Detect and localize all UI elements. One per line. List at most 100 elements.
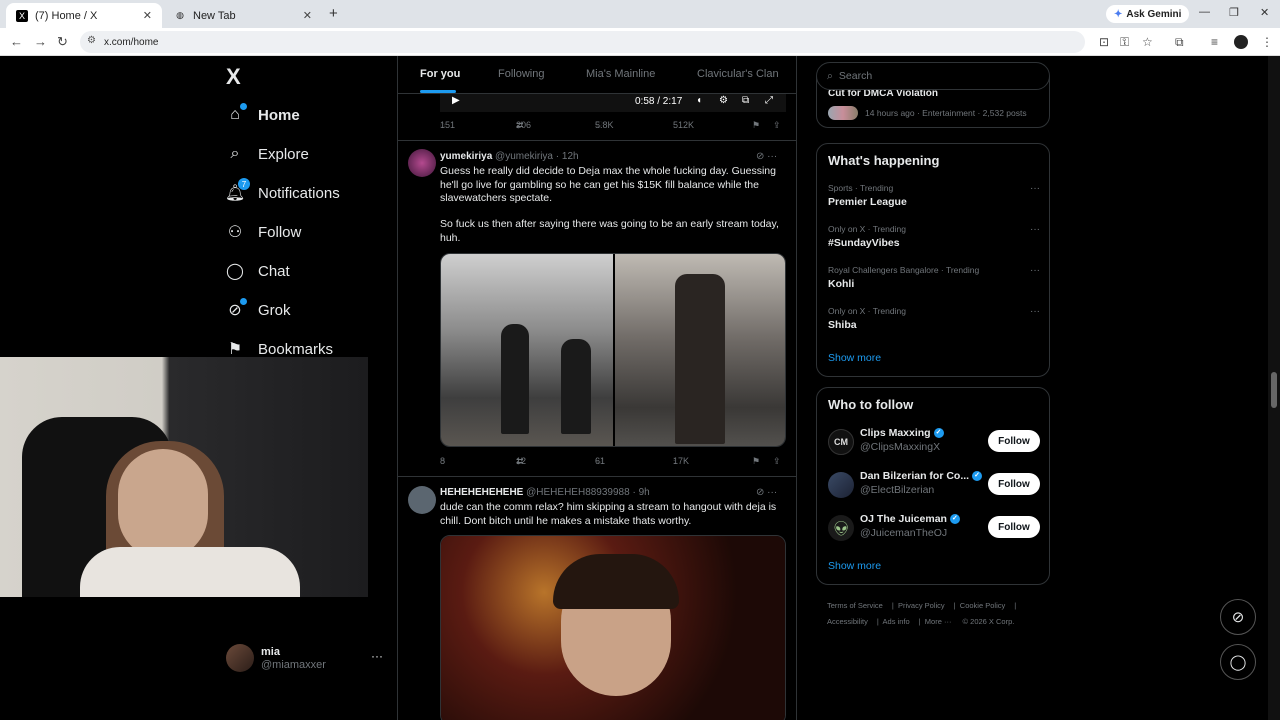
story-meta: 14 hours ago · Entertainment · 2,532 pos… <box>865 108 1027 118</box>
follow-button[interactable]: Follow <box>988 430 1040 452</box>
footer-link[interactable]: More ··· <box>925 617 952 626</box>
sidebar-item-explore[interactable]: ⌕ Explore <box>226 145 309 163</box>
sidebar-item-chat[interactable]: ◯ Chat <box>226 262 290 281</box>
more-icon[interactable]: ··· <box>1030 306 1040 317</box>
gym-photo-right[interactable] <box>615 254 785 446</box>
tab-mias-mainline[interactable]: Mia's Mainline <box>586 68 655 80</box>
page-scrollbar[interactable] <box>1268 56 1280 720</box>
new-tab-button[interactable]: + <box>329 5 338 22</box>
card-title: What's happening <box>828 153 940 168</box>
minimize-icon[interactable]: — <box>1199 6 1210 18</box>
more-icon[interactable]: ··· <box>1030 265 1040 276</box>
trend-item[interactable]: Sports · Trending Premier League ··· <box>828 183 1040 208</box>
post-media[interactable] <box>440 253 786 447</box>
post-time[interactable]: · 9h <box>632 487 649 498</box>
follow-suggestion[interactable]: CM Clips Maxxing ✓ @ClipsMaxxingX Follow <box>828 427 1040 457</box>
share-icon[interactable]: ⇪ <box>773 456 781 467</box>
gym-photo-left[interactable] <box>441 254 613 446</box>
ask-gemini-button[interactable]: ✦ Ask Gemini <box>1106 5 1190 23</box>
volume-icon[interactable]: ◖ <box>696 95 702 106</box>
tab-for-you[interactable]: For you <box>420 68 460 80</box>
fullscreen-icon[interactable]: ⤢ <box>765 95 773 106</box>
show-more-link[interactable]: Show more <box>828 352 881 364</box>
password-key-icon[interactable]: ⚿ <box>1120 35 1129 50</box>
post-author-name[interactable]: yumekiriya <box>440 151 492 162</box>
close-tab-icon[interactable]: ✕ <box>143 9 152 22</box>
scrollbar-thumb[interactable] <box>1271 372 1277 408</box>
post-author-name[interactable]: HEHEHEHEHEHE <box>440 487 523 498</box>
more-icon[interactable]: ··· <box>1030 183 1040 194</box>
site-info-icon[interactable]: ⚙ <box>87 35 96 46</box>
show-more-link[interactable]: Show more <box>828 560 881 572</box>
avatar: CM <box>828 429 854 455</box>
account-switcher[interactable]: mia @miamaxxer ··· <box>226 644 386 674</box>
media-icon[interactable]: ≡ <box>1211 35 1218 49</box>
share-icon[interactable]: ⇪ <box>773 120 781 131</box>
follow-button[interactable]: Follow <box>988 516 1040 538</box>
grok-fab-icon[interactable]: ⊘ <box>1220 599 1256 635</box>
settings-icon[interactable]: ⚙ <box>719 95 728 106</box>
follow-suggestion[interactable]: 👽︎ OJ The Juiceman ✓ @JuicemanTheOJ Follo… <box>828 513 1040 543</box>
extensions-icon[interactable]: ⧉ <box>1175 35 1184 50</box>
trend-item[interactable]: Only on X · Trending #SundayVibes ··· <box>828 224 1040 249</box>
footer-link[interactable]: Privacy Policy <box>898 601 945 610</box>
footer-link[interactable]: Accessibility <box>827 617 868 626</box>
avatar[interactable] <box>408 486 436 514</box>
trend-item[interactable]: Only on X · Trending Shiba ··· <box>828 306 1040 331</box>
account-handle: @miamaxxer <box>261 659 326 671</box>
more-icon[interactable]: ··· <box>767 487 777 498</box>
trend-item[interactable]: Royal Challengers Bangalore · Trending K… <box>828 265 1040 290</box>
tab-clavicular-clan[interactable]: Clavicular's Clan <box>697 68 779 80</box>
video-player-controls[interactable]: ▶ 0:58 / 2:17 ◖ ⚙ ⧉ ⤢ <box>440 94 786 112</box>
sidebar-item-home[interactable]: ⌂ Home <box>226 103 300 124</box>
post-author-handle[interactable]: @yumekiriya <box>495 151 553 162</box>
reload-icon[interactable]: ↻ <box>57 34 68 50</box>
profile-avatar[interactable] <box>1234 35 1248 49</box>
address-bar[interactable]: ⚙ x.com/home <box>80 31 1085 53</box>
story-avatars <box>828 106 858 120</box>
install-app-icon[interactable]: ⊡ <box>1099 35 1109 49</box>
close-tab-icon[interactable]: ✕ <box>303 9 312 22</box>
back-icon[interactable]: ← <box>10 34 23 49</box>
browser-menu-icon[interactable]: ⋮ <box>1261 35 1273 49</box>
trend-meta: Only on X · Trending <box>828 224 906 234</box>
search-input[interactable]: ⌕ Search <box>816 62 1050 90</box>
suggestion-name: Dan Bilzerian for Co... <box>860 470 970 482</box>
sidebar-item-follow[interactable]: ⚇ Follow <box>226 223 302 242</box>
follow-button[interactable]: Follow <box>988 473 1040 495</box>
post-media[interactable] <box>440 535 786 720</box>
trend-meta: Only on X · Trending <box>828 306 906 316</box>
maximize-icon[interactable]: ❐ <box>1229 6 1239 19</box>
bar-video-frame[interactable] <box>441 536 785 720</box>
footer-link[interactable]: Ads info <box>883 617 910 626</box>
gemini-label: Ask Gemini <box>1126 8 1182 20</box>
grok-icon[interactable]: ⊘ <box>756 487 764 498</box>
who-to-follow-card: Who to follow CM Clips Maxxing ✓ @ClipsMa… <box>816 387 1050 585</box>
window-close-icon[interactable]: ✕ <box>1260 6 1269 19</box>
forward-icon[interactable]: → <box>34 34 47 49</box>
more-icon[interactable]: ··· <box>371 649 383 663</box>
footer-link[interactable]: Terms of Service <box>827 601 883 610</box>
x-logo[interactable]: X <box>226 64 241 90</box>
bookmark-post-icon[interactable]: ⚑ <box>752 456 760 467</box>
pip-icon[interactable]: ⧉ <box>742 95 749 106</box>
post-time[interactable]: · 12h <box>556 151 579 162</box>
more-icon[interactable]: ··· <box>767 151 777 162</box>
follow-suggestion[interactable]: Dan Bilzerian for Co... ✓ @ElectBilzerian… <box>828 470 1040 500</box>
sidebar-item-bookmarks[interactable]: ⚑ Bookmarks <box>226 340 333 359</box>
sidebar-item-notifications[interactable]: 🔔︎ 7 Notifications <box>225 178 340 202</box>
more-icon[interactable]: ··· <box>1030 224 1040 235</box>
chat-fab-icon[interactable]: ◯ <box>1220 644 1256 680</box>
avatar[interactable] <box>408 149 436 177</box>
play-icon[interactable]: ▶ <box>452 95 460 106</box>
post-author-handle[interactable]: @HEHEHEH88939988 <box>526 487 630 498</box>
browser-tab-active[interactable]: X (7) Home / X ✕ <box>6 3 162 28</box>
browser-tab-new[interactable]: ◍ New Tab ✕ <box>164 3 322 28</box>
grok-icon[interactable]: ⊘ <box>756 151 764 162</box>
sidebar-item-label: Explore <box>258 145 309 163</box>
tab-following[interactable]: Following <box>498 68 544 80</box>
bookmark-star-icon[interactable]: ☆ <box>1142 35 1153 49</box>
sidebar-item-grok[interactable]: ⊘ Grok <box>226 298 291 319</box>
bookmark-post-icon[interactable]: ⚑ <box>752 120 760 131</box>
footer-link[interactable]: Cookie Policy <box>960 601 1005 610</box>
